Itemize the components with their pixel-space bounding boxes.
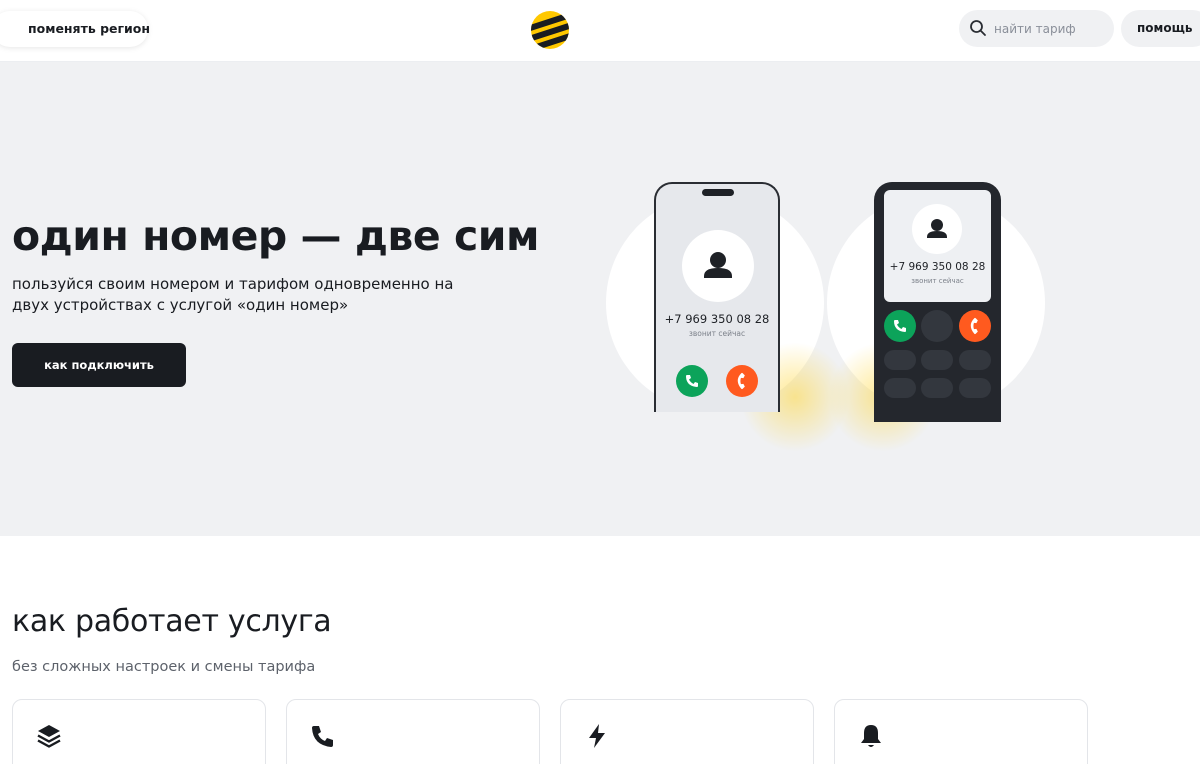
caller-avatar bbox=[912, 204, 962, 254]
keypad-key bbox=[921, 350, 953, 370]
search-icon bbox=[970, 20, 986, 36]
feature-card bbox=[560, 699, 814, 764]
keypad-key bbox=[959, 378, 991, 398]
hero-subtitle: пользуйся своим номером и тарифом одновр… bbox=[12, 275, 454, 314]
layers-icon bbox=[37, 725, 61, 748]
accept-call-icon bbox=[676, 365, 708, 397]
search-box[interactable] bbox=[959, 10, 1114, 47]
section-title: как работает услуга bbox=[12, 604, 332, 639]
bell-icon bbox=[861, 725, 881, 747]
keypad-key bbox=[884, 378, 916, 398]
phone-notch bbox=[702, 189, 734, 196]
help-button[interactable]: помощь bbox=[1121, 10, 1200, 47]
phone-icon bbox=[312, 726, 333, 747]
keypad-key bbox=[884, 350, 916, 370]
caller-avatar bbox=[682, 230, 754, 302]
change-region-label: поменять регион bbox=[28, 21, 151, 36]
hero-title: один номер — две сим bbox=[12, 212, 540, 260]
phone-mockup-dark: +7 969 350 08 28 звонит сейчас bbox=[874, 182, 1001, 422]
call-status: звонит сейчас bbox=[911, 277, 964, 285]
site-header: поменять регион помощь bbox=[0, 0, 1200, 62]
caller-number: +7 969 350 08 28 bbox=[889, 261, 986, 273]
keypad-key bbox=[921, 378, 953, 398]
call-status: звонит сейчас bbox=[688, 329, 746, 338]
change-region-button[interactable]: поменять регион bbox=[0, 11, 151, 47]
decline-call-icon bbox=[726, 365, 758, 397]
feature-card bbox=[834, 699, 1088, 764]
keypad-key bbox=[921, 310, 953, 342]
decline-call-icon bbox=[959, 310, 991, 342]
help-label: помощь bbox=[1137, 21, 1193, 35]
hero-illustration: +7 969 350 08 28 звонит сейчас +7 969 35… bbox=[600, 172, 1060, 452]
user-icon bbox=[704, 252, 732, 278]
beeline-logo[interactable] bbox=[530, 10, 570, 50]
feature-card bbox=[12, 699, 266, 764]
incoming-call-card: +7 969 350 08 28 звонит сейчас bbox=[884, 190, 991, 302]
user-icon bbox=[927, 219, 947, 238]
keypad-key bbox=[959, 350, 991, 370]
phone-mockup-light: +7 969 350 08 28 звонит сейчас bbox=[654, 182, 780, 412]
accept-call-icon bbox=[884, 310, 916, 342]
how-to-connect-button[interactable]: как подключить bbox=[12, 343, 186, 387]
feature-card bbox=[286, 699, 540, 764]
section-subtitle: без сложных настроек и смены тарифа bbox=[12, 659, 316, 675]
search-input[interactable] bbox=[994, 10, 1106, 47]
hero-banner: один номер — две сим пользуйся своим ном… bbox=[0, 62, 1200, 536]
lightning-icon bbox=[589, 724, 605, 748]
caller-number: +7 969 350 08 28 bbox=[664, 312, 770, 326]
